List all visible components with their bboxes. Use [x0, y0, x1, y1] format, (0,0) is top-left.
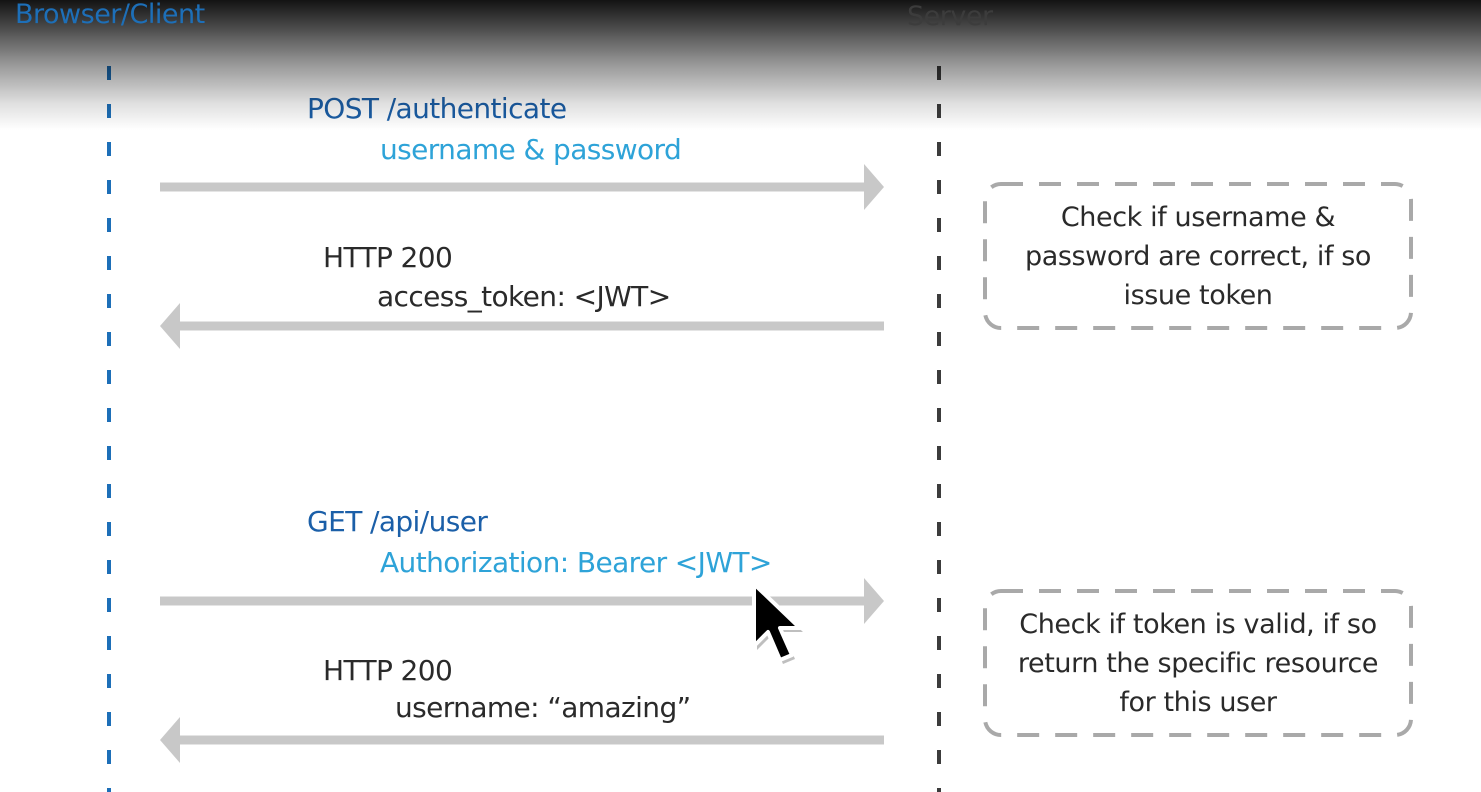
message-4-detail: username: “amazing”: [395, 691, 691, 724]
message-1-label: POST /authenticate: [307, 92, 567, 125]
sequence-diagram: Browser/Client Server POST /authenticate…: [0, 0, 1481, 792]
message-2-detail: access_token: <JWT>: [377, 280, 671, 313]
arrow-post-authenticate: [160, 164, 884, 210]
message-3-detail: Authorization: Bearer <JWT>: [380, 546, 772, 579]
server-lane-title: Server: [907, 1, 993, 32]
note-authenticate: Check if username & password are correct…: [985, 198, 1411, 315]
note-api-user-line-2: return the specific resource: [1017, 648, 1379, 679]
message-2-label: HTTP 200: [323, 241, 453, 274]
note-api-user-line-3: for this user: [1119, 687, 1277, 718]
client-lane-title: Browser/Client: [15, 0, 205, 30]
mouse-pointer-icon: [752, 582, 803, 664]
note-authenticate-line-2: password are correct, if so: [1024, 241, 1372, 272]
message-4-label: HTTP 200: [323, 654, 453, 687]
message-1-detail: username & password: [380, 133, 682, 166]
message-3-label: GET /api/user: [307, 505, 488, 538]
note-authenticate-line-1: Check if username &: [1060, 202, 1336, 233]
note-api-user: Check if token is valid, if so return th…: [985, 605, 1411, 722]
note-api-user-line-1: Check if token is valid, if so: [1019, 609, 1377, 640]
note-authenticate-line-3: issue token: [1123, 280, 1273, 311]
